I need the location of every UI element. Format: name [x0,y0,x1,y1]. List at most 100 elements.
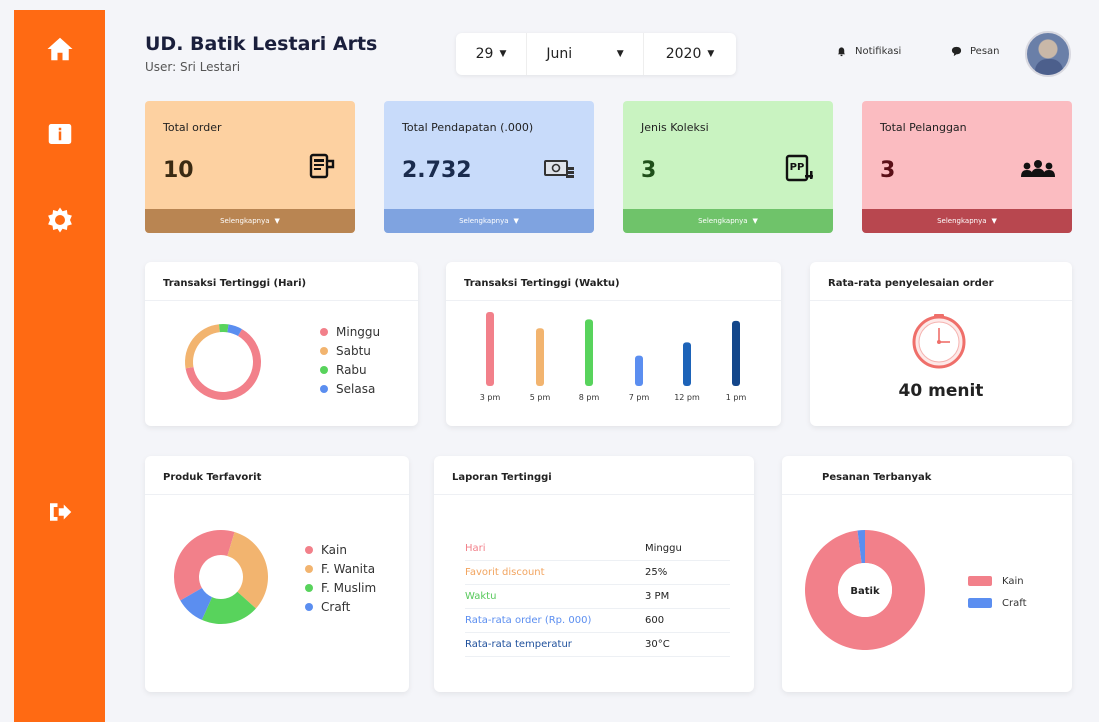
produk-legend-item: F. Wanita [305,559,376,578]
day-select[interactable]: 29 ▼ [456,33,526,75]
hari-slice-sabtu[interactable] [185,324,220,369]
produk-slice-kain[interactable] [174,530,235,601]
legend-dot [305,545,313,554]
message-label: Pesan [970,46,1000,57]
bar-7-pm[interactable] [635,355,643,386]
table-row: Favorit discount 25% [465,561,730,585]
row-value: 3 PM [645,591,670,602]
card-value: 3 [880,158,896,183]
message-link[interactable]: Pesan [951,46,1000,57]
pesanan-legend-item: Craft [968,592,1027,614]
divider [145,300,418,301]
panel-title: Rata-rata penyelesaian order [828,278,994,289]
card-more-link[interactable]: Selengkapnya ▼ [862,209,1072,233]
legend-pesanan: Kain Craft [968,570,1027,614]
avatar[interactable] [1025,31,1071,77]
chevron-down-icon: ▼ [513,217,519,225]
bar-1-pm[interactable] [732,320,740,386]
bar-label: 7 pm [629,393,650,402]
card-more-link[interactable]: Selengkapnya ▼ [384,209,594,233]
customers-icon [1021,160,1055,177]
dashboard-page: UD. Batik Lestari Arts User: Sri Lestari… [0,0,1099,722]
row-key: Favorit discount [465,567,545,578]
table-row: Rata-rata order (Rp. 000) 600 [465,609,730,633]
hari-slice-rabu[interactable] [219,324,229,333]
month-value: Juni [546,46,573,62]
legend-hari: Minggu Sabtu Rabu Selasa [320,322,380,398]
table-row: Hari Minggu [465,537,730,561]
legend-dot [320,327,328,336]
panel-pesanan: Pesanan Terbanyak Batik Kain Craft [782,456,1072,692]
gear-icon[interactable] [43,203,77,237]
day-value: 29 [475,46,494,62]
bar-12-pm[interactable] [683,342,691,386]
chevron-down-icon: ▼ [616,49,624,59]
row-key: Rata-rata order (Rp. 000) [465,615,592,626]
table-row: Waktu 3 PM [465,585,730,609]
bar-label: 12 pm [674,393,700,402]
hari-legend-item: Rabu [320,360,380,379]
card-total-pendapatan: Total Pendapatan (.000) 2.732 Selengkapn… [384,101,594,233]
legend-dot [320,365,328,374]
notification-link[interactable]: Notifikasi [836,46,901,57]
legend-label: Rabu [336,362,367,377]
bar-5-pm[interactable] [536,328,544,386]
donut-chart-hari [185,324,261,400]
info-icon[interactable] [43,117,77,151]
row-value: 30°C [645,639,670,650]
money-icon [544,160,574,178]
bar-3-pm[interactable] [486,312,494,386]
legend-label: Selasa [336,381,376,396]
bar-label: 8 pm [579,393,600,402]
chevron-down-icon: ▼ [707,49,715,59]
card-value: 10 [163,158,194,183]
card-total-pelanggan: Total Pelanggan 3 Selengkapnya ▼ [862,101,1072,233]
donut-chart-pesanan: Batik [805,530,925,650]
donut-center-label: Batik [850,586,880,597]
page-title: UD. Batik Lestari Arts [145,33,378,55]
row-value: Minggu [645,543,682,554]
card-title: Total Pelanggan [880,121,967,134]
row-key: Rata-rata temperatur [465,639,572,650]
bar-chart-waktu: 3 pm 5 pm 8 pm 7 pm 12 pm 1 pm [480,312,746,402]
home-icon[interactable] [43,32,77,66]
chevron-down-icon: ▼ [274,217,280,225]
legend-dot [320,384,328,393]
card-more-link[interactable]: Selengkapnya ▼ [145,209,355,233]
produk-legend-item: Craft [305,597,376,616]
legend-label: Kain [321,542,347,557]
card-value: 3 [641,158,657,183]
produk-legend-item: Kain [305,540,376,559]
card-footer-label: Selengkapnya [937,217,987,225]
chat-icon [951,46,962,57]
card-footer-label: Selengkapnya [220,217,270,225]
month-select[interactable]: Juni ▼ [526,33,644,75]
legend-label: Minggu [336,324,381,339]
panel-produk-favorit: Produk Terfavorit Kain F. Wanita F. Muslim… [145,456,409,692]
bar-8-pm[interactable] [585,319,593,386]
bar-label: 5 pm [530,393,551,402]
logout-icon[interactable] [43,495,77,529]
card-total-order: Total order 10 Selengkapnya ▼ [145,101,355,233]
card-title: Jenis Koleksi [641,121,709,134]
hari-legend-item: Selasa [320,379,380,398]
legend-swatch [968,598,992,608]
legend-produk: Kain F. Wanita F. Muslim Craft [305,540,376,616]
chevron-down-icon: ▼ [752,217,758,225]
legend-dot [305,602,313,611]
hari-legend-item: Sabtu [320,341,380,360]
row-key: Waktu [465,591,497,602]
legend-swatch [968,576,992,586]
legend-label: Kain [1002,575,1024,587]
card-more-link[interactable]: Selengkapnya ▼ [623,209,833,233]
panel-title: Transaksi Tertinggi (Hari) [163,278,307,289]
legend-label: Craft [321,599,351,614]
year-select[interactable]: 2020 ▼ [644,33,736,75]
row-value: 600 [645,615,665,626]
pesanan-legend-item: Kain [968,570,1027,592]
legend-dot [305,564,313,573]
panel-title: Laporan Tertinggi [452,472,552,483]
notification-label: Notifikasi [855,46,902,57]
receipt-icon [309,153,335,179]
divider [434,494,754,495]
